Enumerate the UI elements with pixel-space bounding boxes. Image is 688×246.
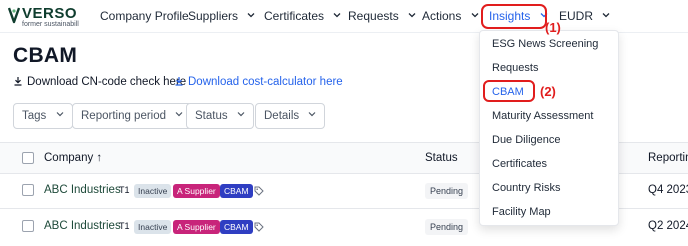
status-badge: Inactive — [134, 184, 172, 198]
download-cost-calculator-label: Download cost-calculator here — [188, 76, 343, 88]
nav-actions[interactable]: Actions — [422, 9, 479, 23]
column-header-company-label: Company — [44, 152, 94, 164]
select-all-checkbox[interactable] — [22, 152, 34, 164]
insights-highlight-box — [481, 4, 547, 29]
filter-details[interactable]: Details — [255, 103, 326, 129]
menu-item-certificates[interactable]: Certificates — [492, 158, 547, 170]
download-cn-code-link[interactable]: Download CN-code check here — [13, 76, 186, 88]
download-cost-calculator-link[interactable]: Download cost-calculator here — [174, 76, 343, 88]
chevron-down-icon — [237, 112, 245, 117]
menu-item-facility-map[interactable]: Facility Map — [492, 206, 551, 218]
tag-icon[interactable] — [254, 222, 264, 232]
menu-item-maturity-assessment[interactable]: Maturity Assessment — [492, 110, 593, 122]
menu-item-country-risks[interactable]: Country Risks — [492, 182, 560, 194]
annotation-step-1: (1) — [545, 20, 561, 35]
chevron-down-icon — [408, 13, 416, 18]
chevron-down-icon — [56, 112, 63, 117]
company-link[interactable]: ABC Industries — [44, 184, 121, 196]
row-checkbox[interactable] — [22, 220, 34, 232]
chevron-down-icon — [308, 112, 316, 117]
download-icon — [175, 77, 183, 86]
cbam-badge: CBAM — [220, 184, 253, 198]
download-cn-code-label: Download CN-code check here — [27, 76, 187, 88]
brand-tagline: former sustainabill — [22, 21, 79, 28]
company-link[interactable]: ABC Industries — [44, 220, 121, 232]
row-checkbox[interactable] — [22, 184, 34, 196]
status-badge: Inactive — [134, 220, 172, 234]
filter-details-label: Details — [264, 110, 300, 122]
nav-eudr-label: EUDR — [559, 9, 594, 23]
nav-suppliers[interactable]: Suppliers — [188, 9, 255, 23]
sort-ascending-icon: ↑ — [96, 152, 103, 164]
cbam-highlight-box — [483, 80, 535, 102]
verso-logo-icon — [8, 7, 20, 24]
reporting-period: Q2 2024 — [648, 220, 688, 232]
nav-company-profile-label: Company Profile — [100, 9, 189, 23]
chevron-down-icon — [602, 13, 610, 18]
filter-reporting-period-label: Reporting period — [81, 110, 167, 122]
download-icon — [14, 77, 22, 86]
supplier-badge: A Supplier — [173, 184, 220, 198]
tier-label: T1 — [119, 185, 130, 195]
menu-item-esg-news-screening[interactable]: ESG News Screening — [492, 38, 598, 50]
nav-actions-label: Actions — [422, 9, 462, 23]
nav-eudr[interactable]: EUDR — [559, 9, 610, 23]
filter-tags[interactable]: Tags — [13, 103, 73, 129]
nav-requests-label: Requests — [348, 9, 399, 23]
annotation-step-2: (2) — [540, 84, 556, 99]
chevron-down-icon — [175, 112, 183, 117]
column-header-company[interactable]: Company ↑ — [44, 152, 102, 164]
status-pill: Pending — [425, 219, 469, 235]
verso-logo[interactable]: VERSO former sustainabill — [8, 5, 88, 29]
column-header-reporting[interactable]: Reporting — [648, 152, 688, 164]
supplier-badge: A Supplier — [173, 220, 220, 234]
top-navigation: VERSO former sustainabill Company Profil… — [0, 0, 688, 33]
menu-item-due-diligence[interactable]: Due Diligence — [492, 134, 560, 146]
status-pill: Pending — [425, 183, 469, 199]
reporting-period: Q4 2023 — [648, 184, 688, 196]
filter-tags-label: Tags — [22, 110, 47, 122]
cbam-badge: CBAM — [220, 220, 253, 234]
chevron-down-icon — [247, 13, 255, 18]
menu-item-requests[interactable]: Requests — [492, 62, 538, 74]
filter-reporting-period[interactable]: Reporting period — [72, 103, 193, 129]
tier-label: T1 — [119, 221, 130, 231]
nav-requests[interactable]: Requests — [348, 9, 416, 23]
insights-dropdown-menu: ESG News Screening Requests CBAM Maturit… — [479, 30, 619, 226]
nav-certificates[interactable]: Certificates — [264, 9, 341, 23]
filter-status-label: Status — [195, 110, 228, 122]
nav-company-profile[interactable]: Company Profile — [100, 9, 189, 23]
column-header-status[interactable]: Status — [425, 152, 458, 164]
brand-name: VERSO — [22, 5, 78, 22]
nav-certificates-label: Certificates — [264, 9, 325, 23]
filter-status[interactable]: Status — [186, 103, 254, 129]
tag-icon[interactable] — [254, 186, 264, 196]
chevron-down-icon — [333, 13, 341, 18]
chevron-down-icon — [471, 13, 479, 18]
page-title: CBAM — [13, 44, 78, 67]
nav-suppliers-label: Suppliers — [188, 9, 239, 23]
